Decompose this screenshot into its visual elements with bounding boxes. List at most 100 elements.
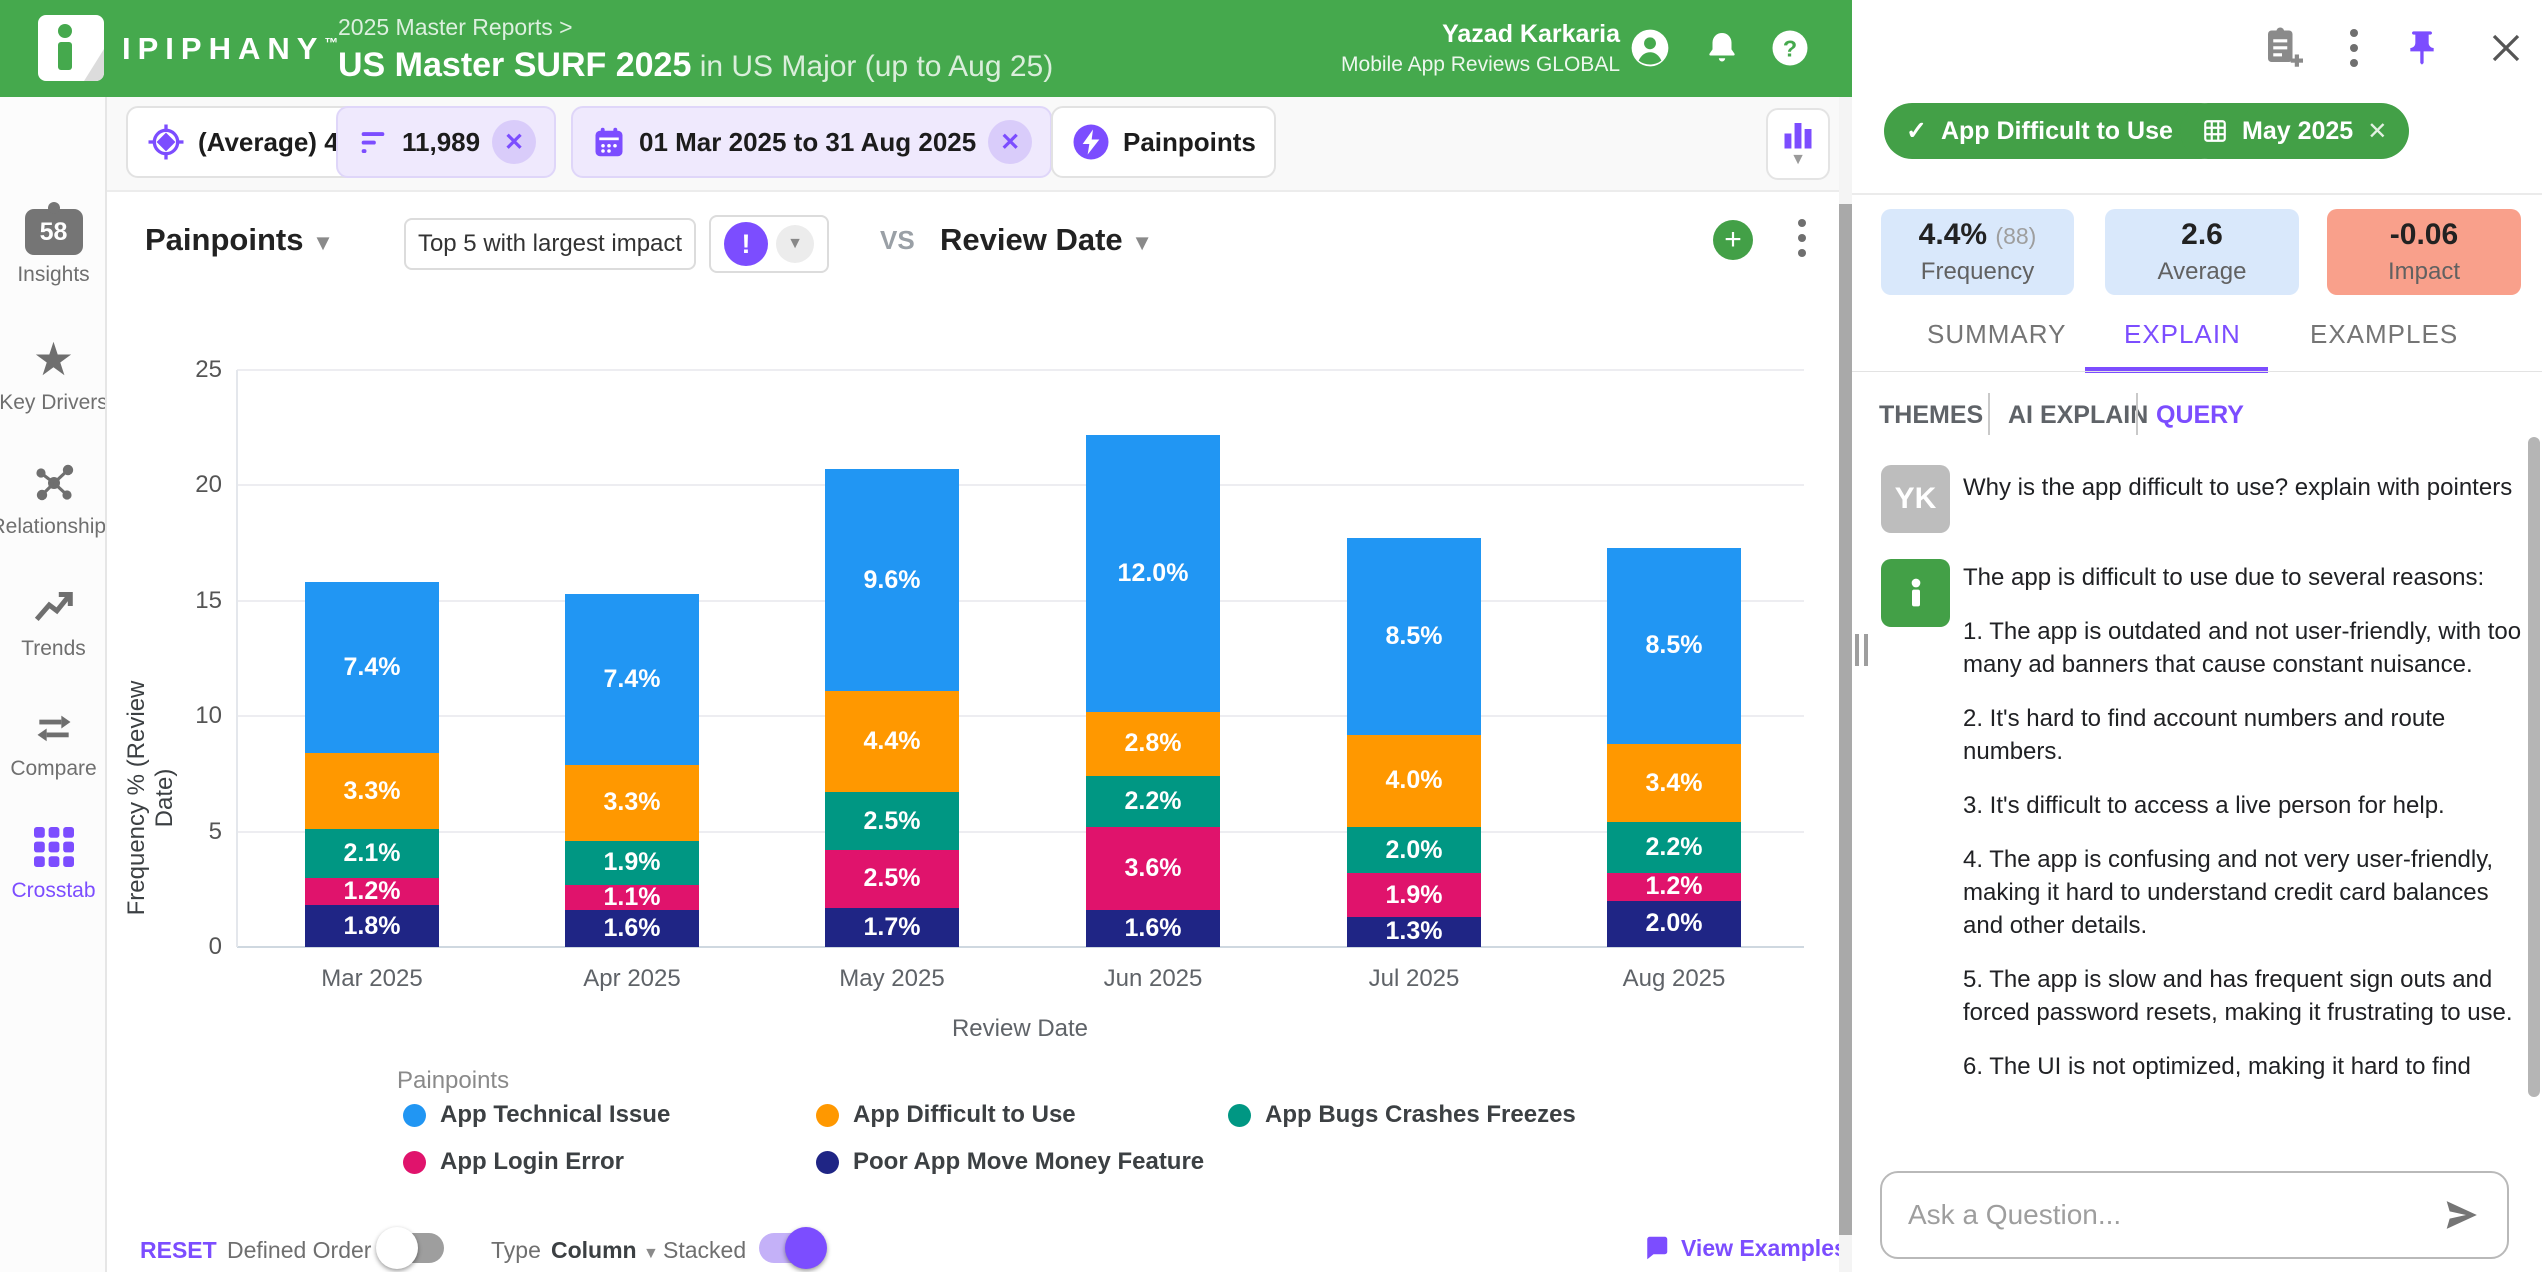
subtab-ai-explain[interactable]: AI EXPLAIN [2008, 401, 2148, 430]
sidebar-item-crosstab[interactable]: Crosstab [0, 823, 107, 935]
bar-segment[interactable]: 4.4% [825, 691, 959, 793]
bar-segment[interactable]: 9.6% [825, 469, 959, 691]
sidebar-item-key-drivers[interactable]: ★ Key Drivers [0, 335, 107, 447]
user-name: Yazad Karkaria [1330, 20, 1620, 49]
stacked-bar-chart: Frequency % (Review Date) Review Date 05… [107, 97, 1852, 1272]
add-note-icon[interactable] [2258, 24, 2306, 72]
help-icon[interactable]: ? [1768, 26, 1812, 70]
panel-scrollbar-thumb[interactable] [2528, 437, 2540, 1097]
frequency-stat-card: 4.4% (88) Frequency [1881, 209, 2074, 295]
view-examples-button[interactable]: View Examples [1641, 1233, 1847, 1263]
divider [1988, 393, 1990, 435]
subtab-themes[interactable]: THEMES [1879, 401, 1983, 430]
bar-segment[interactable]: 1.2% [1607, 873, 1741, 901]
bar-segment[interactable]: 2.0% [1347, 827, 1481, 873]
bar-segment[interactable]: 2.2% [1086, 776, 1220, 827]
account-icon[interactable] [1628, 26, 1672, 70]
notifications-icon[interactable] [1700, 26, 1744, 70]
send-icon[interactable] [2441, 1195, 2481, 1235]
bar-segment[interactable]: 3.3% [565, 765, 699, 841]
tab-examples[interactable]: EXAMPLES [2310, 319, 2458, 350]
bar-segment[interactable]: 1.9% [565, 841, 699, 885]
type-dropdown[interactable]: Column ▼ [551, 1237, 659, 1264]
bar-segment[interactable]: 2.2% [1607, 822, 1741, 873]
legend-item[interactable]: Poor App Move Money Feature [816, 1148, 1204, 1176]
network-icon [29, 459, 79, 507]
bar-segment[interactable]: 7.4% [305, 582, 439, 753]
star-icon: ★ [33, 335, 74, 383]
selected-painpoint-chip[interactable]: ✓ App Difficult to Use ✕ [1884, 103, 2229, 159]
divider [1852, 371, 2542, 372]
bar-segment[interactable]: 1.2% [305, 878, 439, 906]
user-avatar: YK [1881, 465, 1950, 533]
bar-segment[interactable]: 2.1% [305, 829, 439, 877]
pin-icon[interactable] [2398, 24, 2446, 72]
panel-resize-handle[interactable] [1855, 634, 1871, 666]
defined-order-toggle[interactable] [380, 1233, 444, 1263]
sidebar-item-label: Relationships [0, 515, 107, 539]
bar-segment[interactable]: 12.0% [1086, 435, 1220, 712]
bar-segment[interactable]: 2.5% [825, 792, 959, 850]
svg-text:?: ? [1783, 35, 1797, 61]
bar-segment[interactable]: 1.9% [1347, 873, 1481, 917]
bar-segment[interactable]: 3.3% [305, 753, 439, 829]
selected-painpoint-label: App Difficult to Use [1941, 117, 2173, 146]
bar-segment[interactable]: 1.1% [565, 885, 699, 910]
bar-segment[interactable]: 2.5% [825, 850, 959, 908]
sidebar-item-compare[interactable]: Compare [0, 705, 107, 817]
brand-logo[interactable] [38, 15, 104, 81]
chat-bubble-icon [1641, 1233, 1671, 1263]
reset-button[interactable]: RESET [140, 1237, 217, 1264]
user-question: Why is the app difficult to use? explain… [1963, 469, 2523, 506]
insights-badge-icon: 58 [25, 209, 83, 255]
breadcrumb[interactable]: 2025 Master Reports > [338, 14, 573, 41]
selected-month-label: May 2025 [2242, 117, 2353, 146]
tab-explain[interactable]: EXPLAIN [2124, 319, 2241, 350]
legend-item[interactable]: App Bugs Crashes Freezes [1228, 1101, 1576, 1129]
user-block: Yazad Karkaria Mobile App Reviews GLOBAL [1330, 20, 1620, 77]
bar-segment[interactable]: 1.7% [825, 908, 959, 947]
bar-segment[interactable]: 4.0% [1347, 735, 1481, 827]
bar-segment[interactable]: 3.6% [1086, 827, 1220, 910]
x-axis-title: Review Date [920, 1015, 1120, 1043]
divider [2136, 393, 2138, 435]
ask-question-box[interactable] [1880, 1171, 2509, 1259]
main-scrollbar-thumb[interactable] [1839, 204, 1852, 1235]
sidebar-item-label: Key Drivers [0, 391, 107, 415]
brand-logo-icon [38, 15, 104, 81]
ask-question-input[interactable] [1908, 1199, 2441, 1231]
bar-segment[interactable]: 1.3% [1347, 917, 1481, 947]
subtab-query[interactable]: QUERY [2156, 401, 2244, 430]
bar-segment[interactable]: 3.4% [1607, 744, 1741, 822]
bar-segment[interactable]: 1.8% [305, 905, 439, 947]
legend-item[interactable]: App Login Error [403, 1148, 624, 1176]
legend-item[interactable]: App Technical Issue [403, 1101, 670, 1129]
sidebar-item-relationships[interactable]: Relationships [0, 459, 107, 571]
average-stat-card: 2.6 Average [2105, 209, 2299, 295]
remove-chip-icon[interactable]: ✕ [2367, 117, 2387, 146]
stacked-toggle[interactable] [759, 1233, 823, 1263]
answer-point: 3. It's difficult to access a live perso… [1963, 789, 2523, 822]
bar-segment[interactable]: 1.6% [565, 910, 699, 947]
close-icon[interactable] [2482, 24, 2530, 72]
bar-segment[interactable]: 8.5% [1347, 538, 1481, 734]
legend-item[interactable]: App Difficult to Use [816, 1101, 1076, 1129]
assistant-answer: The app is difficult to use due to sever… [1963, 561, 2523, 1104]
more-options-icon[interactable] [2330, 24, 2378, 72]
selected-month-chip[interactable]: May 2025 ✕ [2180, 103, 2409, 159]
tab-summary[interactable]: SUMMARY [1927, 319, 2066, 350]
bar-segment[interactable]: 1.6% [1086, 910, 1220, 947]
bar-segment[interactable]: 2.8% [1086, 712, 1220, 777]
bar-segment[interactable]: 8.5% [1607, 548, 1741, 744]
sidebar-item-label: Trends [21, 637, 86, 661]
detail-panel: ✓ App Difficult to Use ✕ May 2025 ✕ 4.4%… [1852, 97, 2542, 1272]
sidebar-item-label: Crosstab [11, 879, 95, 903]
answer-point: 6. The UI is not optimized, making it ha… [1963, 1050, 2523, 1083]
sidebar-item-trends[interactable]: Trends [0, 583, 107, 695]
sidebar-item-insights[interactable]: 58 Insights [0, 209, 107, 321]
assistant-logo-icon [1896, 573, 1936, 613]
answer-intro: The app is difficult to use due to sever… [1963, 561, 2523, 594]
compare-arrows-icon [29, 705, 79, 749]
bar-segment[interactable]: 2.0% [1607, 901, 1741, 947]
bar-segment[interactable]: 7.4% [565, 594, 699, 765]
